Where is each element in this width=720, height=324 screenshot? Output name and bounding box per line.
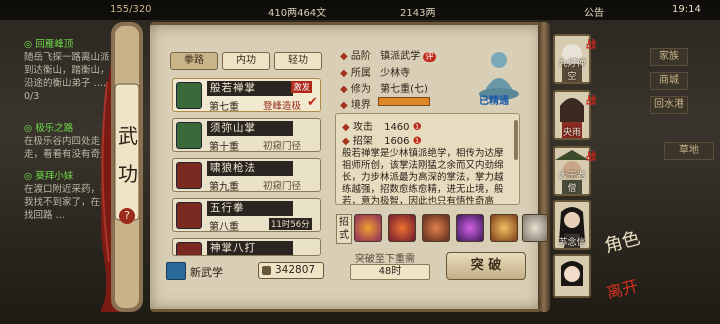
clock: 19:14: [672, 4, 701, 15]
skill-name: 五行拳: [207, 201, 293, 216]
move-slot[interactable]: [422, 214, 450, 242]
scroll-icon: [262, 266, 271, 275]
stamina-counter: 155/320: [110, 4, 152, 15]
mastered-label: 已精通: [479, 96, 509, 107]
move-slot[interactable]: [522, 214, 548, 242]
coins-counter: 410两464文: [268, 8, 327, 19]
skill-rank: 初窥门径: [263, 181, 302, 192]
cultivation-value: 第七重(七): [380, 84, 428, 95]
skill-book-icon: [176, 82, 202, 109]
skill-level: 第八重: [209, 222, 239, 233]
skill-book-icon: [176, 242, 202, 255]
top-status-bar: 155/320 410两464文 2143两 公告 19:14: [0, 0, 720, 20]
school-label: 所属: [350, 68, 371, 79]
skill-name: 般若禅掌: [207, 81, 293, 96]
scroll-title-bottom: 功: [118, 162, 138, 186]
move-slot[interactable]: [456, 214, 484, 242]
skill-row[interactable]: 神掌八打: [172, 238, 321, 256]
skill-level: 第十重: [209, 142, 239, 153]
cultivation-label: 修为: [350, 84, 371, 95]
new-skill-icon[interactable]: [166, 262, 186, 280]
skill-name: 神掌八打: [207, 241, 293, 255]
grade-label: 品阶: [350, 51, 371, 62]
member-name: 大王老僧: [558, 171, 586, 194]
tab-lightness[interactable]: 轻功: [274, 52, 322, 70]
skill-description-box: ◆ 攻击 1460 ❶ ◆ 招架 1606 ❶ 般若禅掌是少林镇派绝学，相传为达…: [335, 113, 520, 205]
skill-book-icon: [176, 162, 202, 189]
skill-name: 啸狼枪法: [207, 161, 293, 176]
skill-level: 第七重: [209, 102, 239, 113]
move-slot[interactable]: [354, 214, 382, 242]
skill-book-icon: [176, 202, 202, 229]
grade-badge: 评: [423, 52, 436, 62]
info-icon[interactable]: ❶: [413, 136, 422, 147]
skill-points-box: 342807: [258, 262, 324, 279]
checkmark-icon: ✔: [307, 95, 318, 110]
breakthrough-time: 48时: [350, 264, 430, 280]
breakthrough-button[interactable]: 突 破: [446, 252, 526, 280]
stat-label: 招架: [352, 136, 373, 147]
skill-rank: 初窥门径: [263, 141, 302, 152]
party-member[interactable]: [553, 254, 591, 298]
training-timer: 11时56分: [269, 218, 312, 230]
breakthrough-hint: 突破至下重需: [355, 254, 415, 265]
skill-row[interactable]: 五行拳 第八重 11时56分: [172, 198, 321, 233]
battle-tag: 战: [586, 40, 596, 51]
skill-description: 般若禅掌是少林镇派绝学，相传为达摩祖师所创，该掌法刚猛之余而又内劲绵长，力步林派…: [342, 148, 504, 205]
tab-inner[interactable]: 内功: [222, 52, 270, 70]
skill-level: 第九重: [209, 182, 239, 193]
moves-label: 招式: [336, 214, 352, 244]
skill-rank: 登峰造极: [263, 101, 302, 112]
scroll-title-top: 武: [118, 124, 138, 148]
scrollbar[interactable]: [514, 120, 518, 160]
skill-row[interactable]: 般若禅掌 激发 第七重 登峰造极 ✔: [172, 78, 321, 113]
member-name: 央雨: [562, 128, 581, 138]
party-member[interactable]: 苏念信: [553, 200, 591, 250]
move-slot[interactable]: [388, 214, 416, 242]
move-slot[interactable]: [490, 214, 518, 242]
gold-counter: 2143两: [400, 8, 436, 19]
active-badge: 激发: [291, 81, 313, 93]
shop-tab[interactable]: 商城: [650, 72, 688, 90]
skill-row[interactable]: 须弥山掌 第十重 初窥门径: [172, 118, 321, 153]
scroll-roller-right: [538, 22, 550, 312]
member-name: 九灯禅空: [558, 59, 586, 82]
realm-label: 境界: [350, 100, 371, 111]
notice-button[interactable]: 公告: [584, 4, 604, 19]
tab-fist[interactable]: 拳路: [170, 52, 218, 70]
family-tab[interactable]: 家族: [650, 48, 688, 66]
skill-points: 342807: [275, 264, 316, 276]
battle-tag: 战: [586, 152, 596, 163]
skill-name: 须弥山掌: [207, 121, 293, 136]
skill-book-icon: [176, 122, 202, 149]
realm-bar: [378, 97, 430, 106]
new-skill-label[interactable]: 新武学: [190, 264, 223, 280]
grade-value: 镇派武学: [380, 51, 421, 62]
stat-value: 1606: [384, 136, 410, 147]
skill-row[interactable]: 啸狼枪法 第九重 初窥门径: [172, 158, 321, 193]
member-name: 苏念信: [558, 238, 586, 248]
harbor-tab[interactable]: 回水港: [650, 96, 688, 114]
help-icon[interactable]: ?: [119, 208, 135, 224]
battle-tag: 战: [586, 96, 596, 107]
grass-tab[interactable]: 草地: [664, 142, 714, 160]
school-value: 少林寺: [380, 68, 411, 79]
